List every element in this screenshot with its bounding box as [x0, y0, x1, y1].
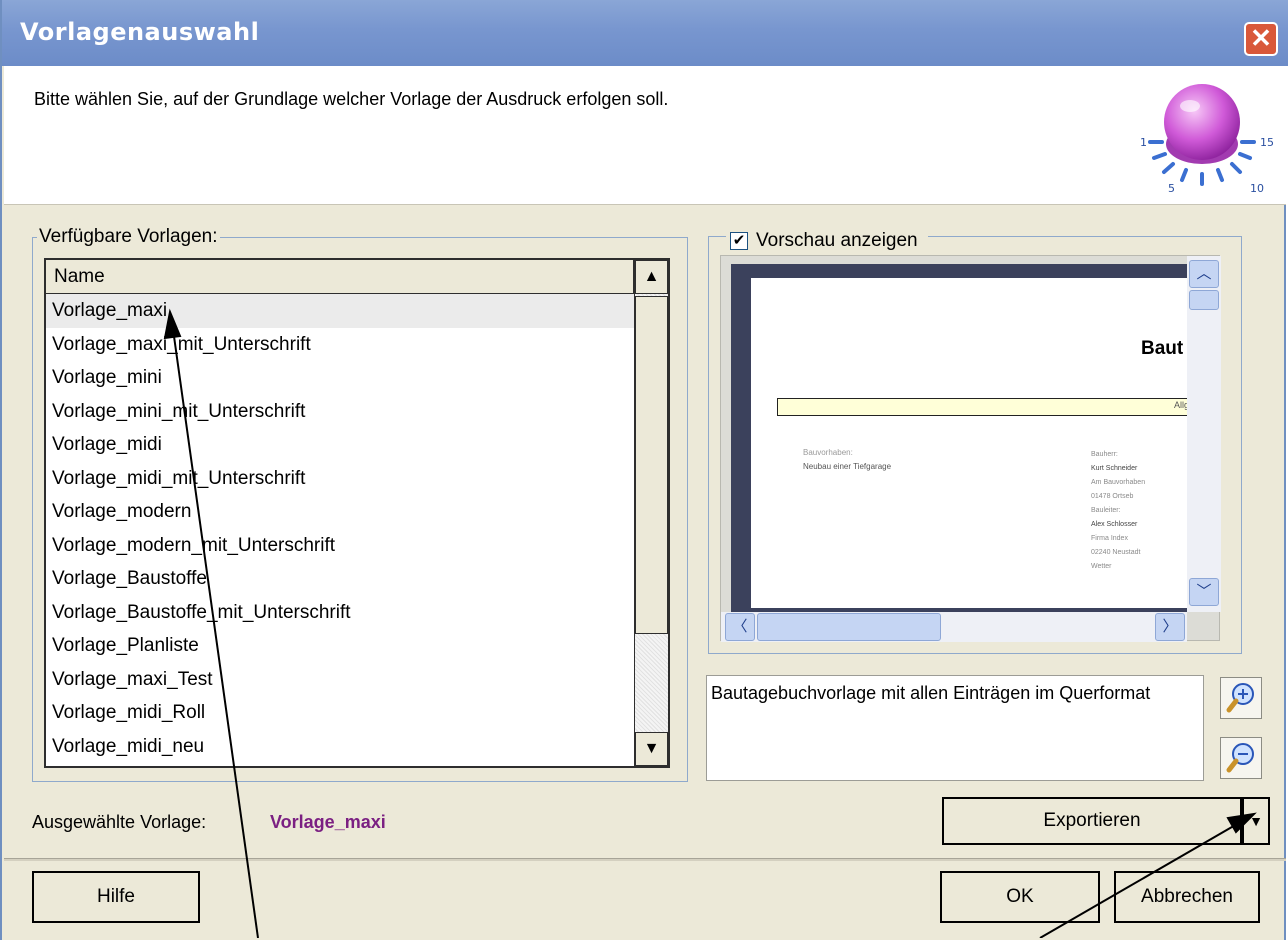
- annotation-arrowhead-left: [163, 308, 182, 340]
- annotation-arrows: [163, 308, 1257, 938]
- annotation-arrow-right: [1039, 819, 1245, 938]
- annotation-arrow-left: [171, 321, 259, 938]
- annotation-arrowhead-right: [1226, 812, 1257, 834]
